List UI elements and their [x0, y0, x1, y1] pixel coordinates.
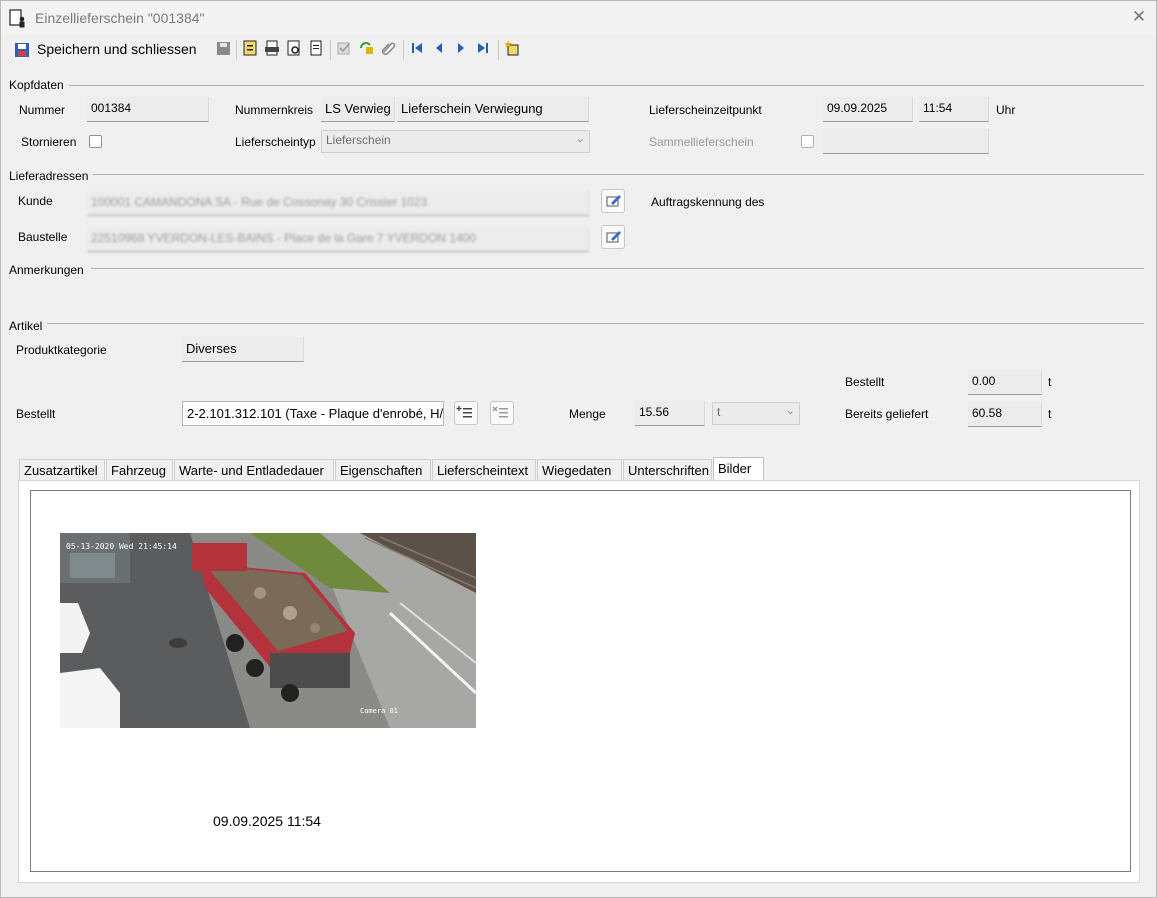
stornieren-checkbox[interactable] — [89, 135, 102, 148]
bestellt-qty-unit: t — [1048, 375, 1052, 389]
window-title: Einzellieferschein "001384" — [35, 10, 205, 26]
edit-pencil-icon — [606, 231, 621, 243]
article-pick-button[interactable] — [454, 401, 478, 425]
article-remove-button[interactable] — [490, 401, 514, 425]
kunde-field[interactable]: 100001 CAMANDONA SA - Rue de Cossonay 30… — [87, 191, 589, 216]
first-record-icon[interactable] — [409, 40, 427, 58]
nummernkreis-name-field: Lieferschein Verwiegung — [397, 97, 589, 122]
group-divider — [93, 174, 1144, 175]
zeitpunkt-time-field[interactable]: 11:54 — [919, 97, 989, 122]
lieferscheintyp-value: Lieferschein — [326, 133, 391, 147]
sammellieferschein-label: Sammellieferschein — [649, 135, 754, 149]
bestellt-label: Bestellt — [16, 407, 56, 421]
zeitpunkt-date-field[interactable]: 09.09.2025 — [823, 97, 913, 122]
menge-unit-select[interactable]: t ⌄ — [712, 402, 800, 425]
edit-pencil-icon — [606, 195, 621, 207]
produktkategorie-label: Produktkategorie — [16, 343, 107, 357]
tab-eigenschaften[interactable]: Eigenschaften — [335, 459, 431, 480]
stornieren-label: Stornieren — [21, 135, 77, 149]
lieferscheinzeitpunkt-label: Lieferscheinzeitpunkt — [649, 103, 762, 117]
toolbar-separator — [403, 40, 404, 60]
check-icon[interactable] — [336, 40, 354, 58]
nummernkreis-code-field[interactable]: LS Verwieg — [321, 97, 395, 122]
print-preview-icon[interactable] — [264, 40, 282, 58]
save-close-button[interactable]: Speichern und schliessen — [7, 38, 209, 60]
paperclip-icon[interactable] — [380, 40, 398, 58]
edit-baustelle-button[interactable] — [601, 225, 625, 249]
produktkategorie-field[interactable]: Diverses — [182, 337, 304, 362]
sammellieferschein-checkbox[interactable] — [801, 135, 814, 148]
group-artikel-label: Artikel — [9, 319, 43, 333]
tab-bilder[interactable]: Bilder — [713, 457, 764, 480]
dialog-window: Einzellieferschein "001384" ✕ Speichern … — [0, 0, 1157, 898]
baustelle-label: Baustelle — [18, 230, 68, 244]
tab-unterschriften[interactable]: Unterschriften — [623, 459, 712, 480]
bestellt-article-field[interactable]: 2-2.101.312.101 (Taxe - Plaque d'enrobé,… — [182, 401, 444, 426]
document-user-icon — [9, 9, 25, 28]
title-bar: Einzellieferschein "001384" ✕ — [1, 1, 1156, 35]
nummernkreis-label: Nummernkreis — [235, 103, 314, 117]
auftragskennung-label: Auftragskennung des — [651, 195, 765, 209]
geliefert-field: 60.58 — [968, 402, 1042, 427]
lieferscheintyp-select[interactable]: Lieferschein ⌄ — [321, 130, 590, 153]
nummer-field[interactable]: 001384 — [87, 97, 209, 122]
tab-panel-bilder: 05-13-2020 Wed 21:45:14 Camera 01 09.09.… — [18, 480, 1140, 883]
save-close-label: Speichern und schliessen — [37, 41, 197, 57]
last-record-icon[interactable] — [475, 40, 493, 58]
list-add-icon — [456, 406, 472, 418]
toolbar-separator — [498, 40, 499, 60]
tab-wiegedaten[interactable]: Wiegedaten — [537, 459, 622, 480]
group-lieferadressen-label: Lieferadressen — [9, 169, 89, 183]
new-star-icon[interactable] — [504, 40, 522, 58]
group-divider — [69, 85, 1144, 86]
list-remove-icon — [492, 406, 508, 418]
baustelle-field[interactable]: 22510968 YVERDON-LES-BAINS - Place de la… — [87, 227, 589, 252]
tab-fahrzeug[interactable]: Fahrzeug — [106, 459, 173, 480]
geliefert-label: Bereits geliefert — [845, 407, 929, 421]
chevron-down-icon: ⌄ — [575, 133, 585, 145]
save-disk-icon — [15, 43, 29, 57]
bestellt-qty-label: Bestellt — [845, 375, 885, 389]
tab-lieferscheintext[interactable]: Lieferscheintext — [432, 459, 536, 480]
sammellieferschein-field[interactable] — [823, 129, 989, 154]
group-divider — [47, 323, 1144, 324]
chevron-down-icon: ⌄ — [785, 405, 795, 417]
menge-label: Menge — [569, 407, 606, 421]
bilder-frame: 05-13-2020 Wed 21:45:14 Camera 01 09.09.… — [30, 490, 1131, 872]
camera-timestamp-overlay: 05-13-2020 Wed 21:45:14 — [66, 542, 177, 551]
image-caption: 09.09.2025 11:54 — [213, 813, 321, 829]
edit-kunde-button[interactable] — [601, 189, 625, 213]
close-icon[interactable]: ✕ — [1129, 7, 1149, 27]
undo-lock-icon[interactable] — [358, 40, 376, 58]
tab-zusatzartikel[interactable]: Zusatzartikel — [19, 459, 105, 480]
uhr-label: Uhr — [996, 103, 1016, 117]
tab-warte-entladedauer[interactable]: Warte- und Entladedauer — [174, 459, 334, 480]
group-divider — [91, 268, 1144, 269]
lieferscheintyp-label: Lieferscheintyp — [235, 135, 316, 149]
group-anmerkungen-label: Anmerkungen — [9, 263, 84, 277]
toolbar-separator — [236, 40, 237, 60]
report-icon[interactable] — [242, 40, 260, 58]
save-disk-icon[interactable] — [215, 40, 233, 58]
toolbar-separator — [330, 40, 331, 60]
next-record-icon[interactable] — [453, 40, 471, 58]
group-kopfdaten-label: Kopfdaten — [9, 78, 64, 92]
search-doc-icon[interactable] — [286, 40, 304, 58]
bestellt-qty-field: 0.00 — [968, 370, 1042, 395]
menge-field[interactable]: 15.56 — [635, 401, 705, 426]
geliefert-unit: t — [1048, 407, 1052, 421]
nummer-label: Nummer — [19, 103, 66, 117]
camera-photo[interactable]: 05-13-2020 Wed 21:45:14 Camera 01 — [60, 533, 476, 728]
previous-record-icon[interactable] — [431, 40, 449, 58]
menge-unit-value: t — [717, 405, 721, 419]
document-icon[interactable] — [308, 40, 326, 58]
kunde-label: Kunde — [18, 194, 53, 208]
camera-label-overlay: Camera 01 — [360, 707, 398, 715]
